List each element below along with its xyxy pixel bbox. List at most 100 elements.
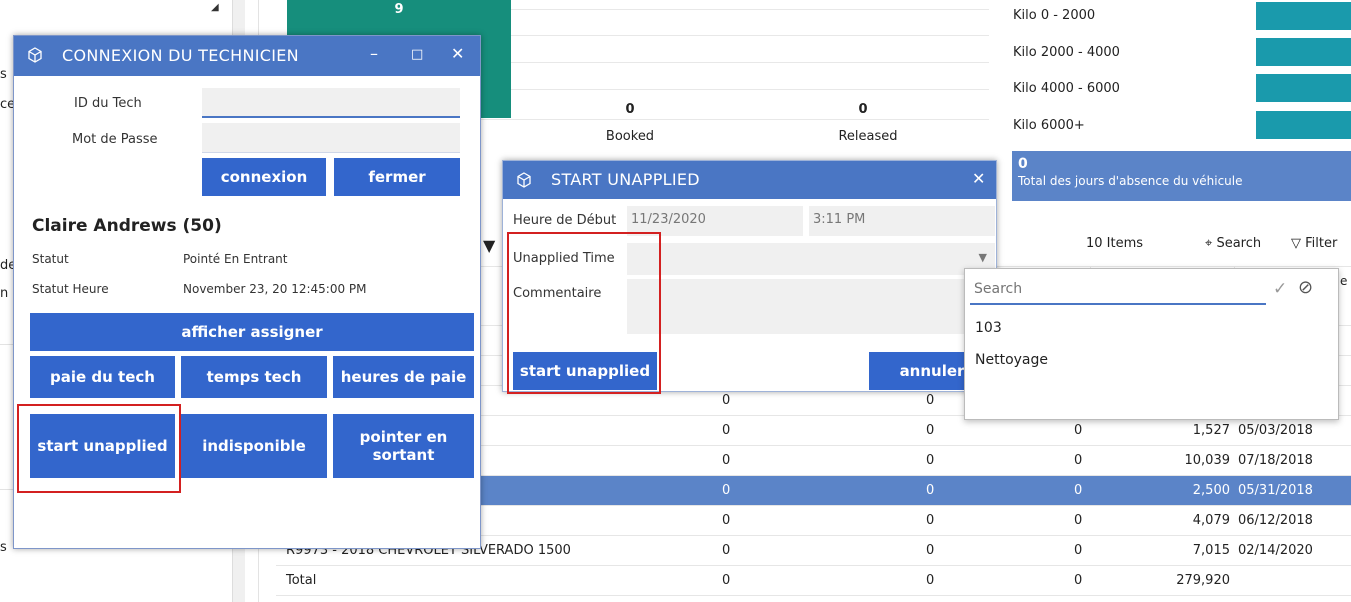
chart-bar-value-released: 0 [858,102,868,117]
table-cell-c3: 0 [1074,543,1083,558]
kilo-bar [1256,2,1351,30]
table-cell-miles: 279,920 [1176,573,1230,588]
table-cell-date: 02/14/2020 [1238,543,1313,558]
search-toolbar-label: Search [1216,236,1262,251]
gridline [511,89,989,90]
window-title: CONNEXION DU TECHNICIEN [62,46,299,65]
items-count: 10 Items [1086,236,1144,251]
maximize-icon[interactable]: □ [411,47,423,62]
tech-time-button[interactable]: temps tech [181,356,327,398]
dropdown-arrow-icon[interactable]: ▼ [483,236,495,255]
table-cell-miles: 1,527 [1192,423,1230,438]
filter-button[interactable]: ▽ Filter [1291,236,1337,251]
search-toolbar-button[interactable]: ⌖ Search [1205,236,1261,251]
connect-button[interactable]: connexion [202,158,326,196]
grid-toolbar: 10 Items ⌖ Search ▽ Filter [1012,228,1351,260]
minimize-icon[interactable]: – [370,44,378,63]
status-label: Statut [32,252,69,266]
search-option[interactable]: 103 [975,320,1002,336]
chart-category-released: Released [838,129,898,144]
status-time-label: Statut Heure [32,282,109,296]
table-cell-date: 05/31/2018 [1238,483,1313,498]
comment-textarea[interactable] [627,279,995,334]
table-cell-c2: 0 [926,483,935,498]
cube-logo-icon [28,47,42,63]
table-cell-c1: 0 [722,483,731,498]
gridline [511,62,989,63]
table-cell-c1: 0 [722,513,731,528]
close-icon[interactable]: ✕ [972,169,985,188]
left-text-fragment: s [0,67,7,82]
start-time-label: Heure de Début [513,213,617,228]
chart-bar-value-booked: 0 [625,102,635,117]
tech-pay-button[interactable]: paie du tech [30,356,175,398]
absence-value: 0 [1018,156,1028,172]
pay-hours-button[interactable]: heures de paie [333,356,474,398]
unapplied-time-select[interactable]: ▼ [627,243,995,275]
chevron-down-icon: ▼ [978,251,987,264]
tech-name: Claire Andrews (50) [32,216,222,236]
table-cell-c3: 0 [1074,423,1083,438]
cube-logo-icon [517,172,531,188]
filter-label: Filter [1305,236,1338,251]
table-cell-c3: 0 [1074,483,1083,498]
password-input[interactable] [202,123,460,153]
kilo-bar [1256,38,1351,66]
gridline [511,9,989,10]
left-text-fragment: s [0,540,7,555]
table-cell-name: Total [286,573,317,588]
close-button[interactable]: fermer [334,158,460,196]
login-window: CONNEXION DU TECHNICIEN – □ ✕ ID du Tech… [13,35,481,549]
table-cell-c1: 0 [722,423,731,438]
kilo-label: Kilo 6000+ [1013,118,1085,133]
table-cell-miles: 4,079 [1192,513,1230,528]
chart-category-booked: Booked [605,129,655,144]
scroll-up-arrow-icon[interactable]: ◢ [211,2,219,13]
table-cell-c1: 0 [722,543,731,558]
tech-id-input[interactable] [202,88,460,118]
table-cell-c3: 0 [1074,453,1083,468]
table-cell-c2: 0 [926,543,935,558]
left-text-fragment: n [0,286,9,301]
table-cell-c1: 0 [722,573,731,588]
highlight-box [17,404,181,493]
unavailable-button[interactable]: indisponible [181,414,327,478]
close-icon[interactable]: ✕ [451,44,464,63]
tech-id-label: ID du Tech [74,96,142,111]
start-unapplied-window: START UNAPPLIED ✕ Heure de Début 11/23/2… [502,160,997,394]
kilo-bar [1256,111,1351,139]
window-titlebar[interactable]: CONNEXION DU TECHNICIEN – □ ✕ [14,36,480,76]
column-header-fragment[interactable]: e [1340,274,1347,288]
gridline [511,35,989,36]
table-cell-c1: 0 [722,453,731,468]
table-cell-miles: 10,039 [1184,453,1231,468]
table-total-row[interactable]: Total 0 0 0 279,920 [276,566,1351,596]
table-cell-date: 06/12/2018 [1238,513,1313,528]
chart-bar-value: 9 [394,2,404,17]
check-icon[interactable]: ✓ [1273,279,1287,299]
kilo-label: Kilo 4000 - 6000 [1013,81,1120,96]
search-option[interactable]: Nettoyage [975,352,1048,368]
password-label: Mot de Passe [72,132,158,147]
filter-icon: ▽ [1291,236,1301,251]
table-cell-c2: 0 [926,513,935,528]
search-input[interactable] [970,275,1266,305]
window-titlebar[interactable]: START UNAPPLIED ✕ [503,161,996,199]
table-cell-miles: 7,015 [1192,543,1230,558]
table-cell-c2: 0 [926,393,935,408]
table-cell-miles: 2,500 [1192,483,1230,498]
clear-icon[interactable]: ⊘ [1298,277,1313,298]
clock-out-button[interactable]: pointer en sortant [333,414,474,478]
table-cell-date: 05/03/2018 [1238,423,1313,438]
start-time-field[interactable]: 3:11 PM [809,206,995,236]
search-dropdown-popup: ✓ ⊘ 103 Nettoyage [964,268,1339,420]
table-cell-c2: 0 [926,423,935,438]
table-cell-c2: 0 [926,573,935,588]
status-value: Pointé En Entrant [183,252,288,266]
show-assign-button[interactable]: afficher assigner [30,313,474,351]
table-cell-c2: 0 [926,453,935,468]
table-cell-date: 07/18/2018 [1238,453,1313,468]
tag-icon: ⌖ [1205,236,1213,251]
table-cell-c1: 0 [722,393,731,408]
window-title: START UNAPPLIED [551,170,700,189]
